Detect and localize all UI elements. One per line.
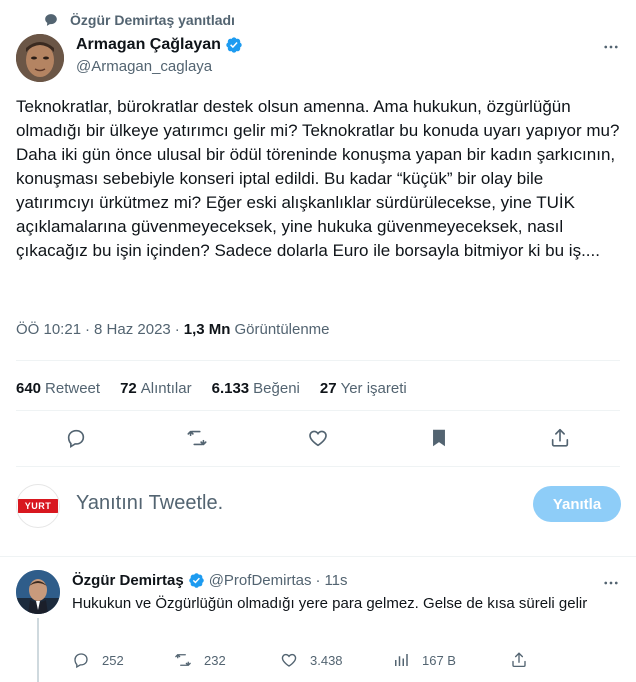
bookmarks-stat[interactable]: 27 Yer işareti [320,380,407,397]
meta-separator: · [85,321,91,338]
author-avatar[interactable] [16,34,64,82]
tweet-stats: 640 Retweet 72 Alıntılar 6.133 Beğeni 27… [16,380,407,397]
author-name-row[interactable]: Armagan Çağlayan [76,36,243,54]
tweet-actions [16,426,620,450]
reply-icon[interactable] [64,426,88,450]
share-icon[interactable] [548,426,572,450]
reply-author-avatar[interactable] [16,570,60,614]
reply-views-action[interactable]: 167 B [392,651,510,669]
tweet-text: Teknokratlar, bürokratlar destek olsun a… [16,97,625,260]
bookmarks-count: 27 [319,380,337,397]
retweets-stat[interactable]: 640 Retweet [16,380,100,397]
views-icon [392,651,410,669]
more-options-icon[interactable] [600,36,622,58]
retweets-count: 640 [16,380,42,397]
bookmark-icon[interactable] [427,426,451,450]
likes-stat[interactable]: 6.133 Beğeni [212,380,300,397]
tweet-date[interactable]: 8 Haz 2023 [94,321,171,338]
divider [16,410,620,411]
verified-badge-icon [225,36,243,54]
reply-time[interactable]: 11s [324,572,347,589]
views-count: 167 B [422,652,456,668]
like-count: 3.438 [310,652,343,668]
reply-count: 252 [102,652,124,668]
reply-icon [72,651,90,669]
divider [16,360,620,361]
reply-like-action[interactable]: 3.438 [280,651,392,669]
quotes-count: 72 [120,380,137,397]
views-label: Görüntülenme [234,321,330,338]
retweets-label: Retweet [45,380,101,397]
meta-separator: · [315,572,321,589]
reply-author-name[interactable]: Özgür Demirtaş [72,572,184,589]
reply-button[interactable]: Yanıtla [533,486,621,522]
author-handle[interactable]: @Armagan_caglaya [76,58,212,75]
verified-badge-icon [188,572,205,589]
likes-label: Beğeni [253,380,300,397]
reply-actions: 252 232 3.438 167 B [72,651,528,669]
reply-retweet-action[interactable]: 232 [174,651,280,669]
author-name[interactable]: Armagan Çağlayan [76,36,221,54]
meta-separator: · [174,321,180,338]
views-count: 1,3 Mn [183,321,231,338]
reply-more-options-icon[interactable] [600,572,622,594]
divider [16,466,620,467]
reply-header: Özgür Demirtaş @ProfDemirtas · 11s [72,572,348,589]
reply-text: Hukukun ve Özgürlüğün olmadığı yere para… [72,595,588,612]
yurt-logo: YURT [18,499,58,513]
retweet-icon [174,651,192,669]
reply-input[interactable]: Yanıtını Tweetle. [76,492,223,515]
composer-avatar[interactable]: YURT [16,484,60,528]
reply-share-action[interactable] [510,651,528,669]
reply-context-text: Özgür Demirtaş yanıtladı [70,12,235,28]
likes-count: 6.133 [211,380,250,397]
speech-bubble-icon [44,13,58,27]
retweet-icon[interactable] [185,426,209,450]
quotes-stat[interactable]: 72 Alıntılar [120,380,192,397]
share-icon [510,651,528,669]
quotes-label: Alıntılar [140,380,192,397]
like-icon [280,651,298,669]
divider [0,556,636,557]
bookmarks-label: Yer işareti [340,380,407,397]
like-icon[interactable] [306,426,330,450]
reply-context[interactable]: Özgür Demirtaş yanıtladı [44,12,235,28]
retweet-count: 232 [204,652,226,668]
reply-author-handle[interactable]: @ProfDemirtas [209,572,312,589]
tweet-time[interactable]: ÖÖ 10:21 [16,321,81,338]
tweet-meta: ÖÖ 10:21 · 8 Haz 2023 · 1,3 Mn Görüntüle… [16,321,330,338]
reply-reply-action[interactable]: 252 [72,651,174,669]
thread-line [37,618,39,682]
